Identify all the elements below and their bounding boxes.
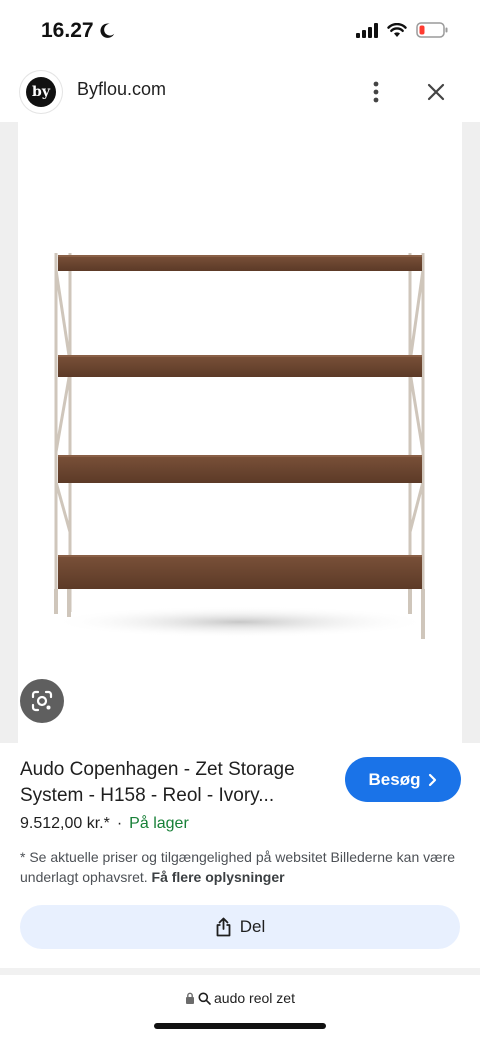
stock-status: På lager	[129, 815, 189, 832]
search-icon	[198, 992, 211, 1005]
battery-low-icon	[416, 22, 448, 38]
google-lens-button[interactable]	[20, 679, 64, 723]
share-button-label: Del	[239, 917, 266, 936]
status-bar: 16.27	[0, 0, 480, 62]
close-icon	[427, 83, 445, 101]
shelf-boards	[58, 255, 422, 589]
visit-button[interactable]: Besøg	[345, 757, 461, 802]
price-separator: ·	[116, 815, 123, 832]
site-logo[interactable]: by	[20, 71, 62, 113]
home-indicator[interactable]	[154, 1023, 326, 1029]
product-image[interactable]	[18, 122, 462, 743]
browser-url-bar[interactable]: audo reol zet	[0, 975, 480, 1039]
price-row: 9.512,00 kr.* · På lager	[20, 815, 189, 833]
site-header: by Byflou.com	[0, 62, 480, 122]
site-name[interactable]: Byflou.com	[77, 79, 166, 100]
signal-icon	[356, 22, 378, 38]
moon-icon	[100, 23, 114, 38]
image-gutter-right	[462, 122, 480, 743]
lock-icon	[186, 992, 195, 1004]
search-query: audo reol zet	[214, 990, 295, 1006]
clock-text: 16.27	[41, 19, 94, 42]
image-gutter-left	[0, 122, 18, 743]
url-display[interactable]: audo reol zet	[0, 990, 480, 1006]
more-info-link[interactable]: Få flere oplysninger	[152, 869, 285, 885]
visit-button-label: Besøg	[368, 769, 421, 789]
google-lens-icon	[31, 690, 53, 712]
product-title[interactable]: Audo Copenhagen - Zet Storage System - H…	[20, 757, 330, 809]
more-vert-icon	[373, 81, 379, 103]
share-icon	[216, 917, 231, 937]
share-button[interactable]: Del	[20, 905, 460, 949]
more-options-button[interactable]	[364, 76, 388, 108]
status-icons	[356, 22, 448, 38]
product-image-panel[interactable]	[18, 122, 462, 743]
divider	[0, 968, 480, 975]
chevron-right-icon	[429, 773, 437, 786]
product-price: 9.512,00 kr.*	[20, 815, 110, 832]
site-logo-mark: by	[26, 77, 56, 107]
wifi-icon	[387, 22, 407, 37]
close-button[interactable]	[421, 76, 451, 108]
disclaimer: * Se aktuelle priser og tilgængelighed p…	[20, 847, 460, 887]
status-time: 16.27	[41, 19, 116, 43]
